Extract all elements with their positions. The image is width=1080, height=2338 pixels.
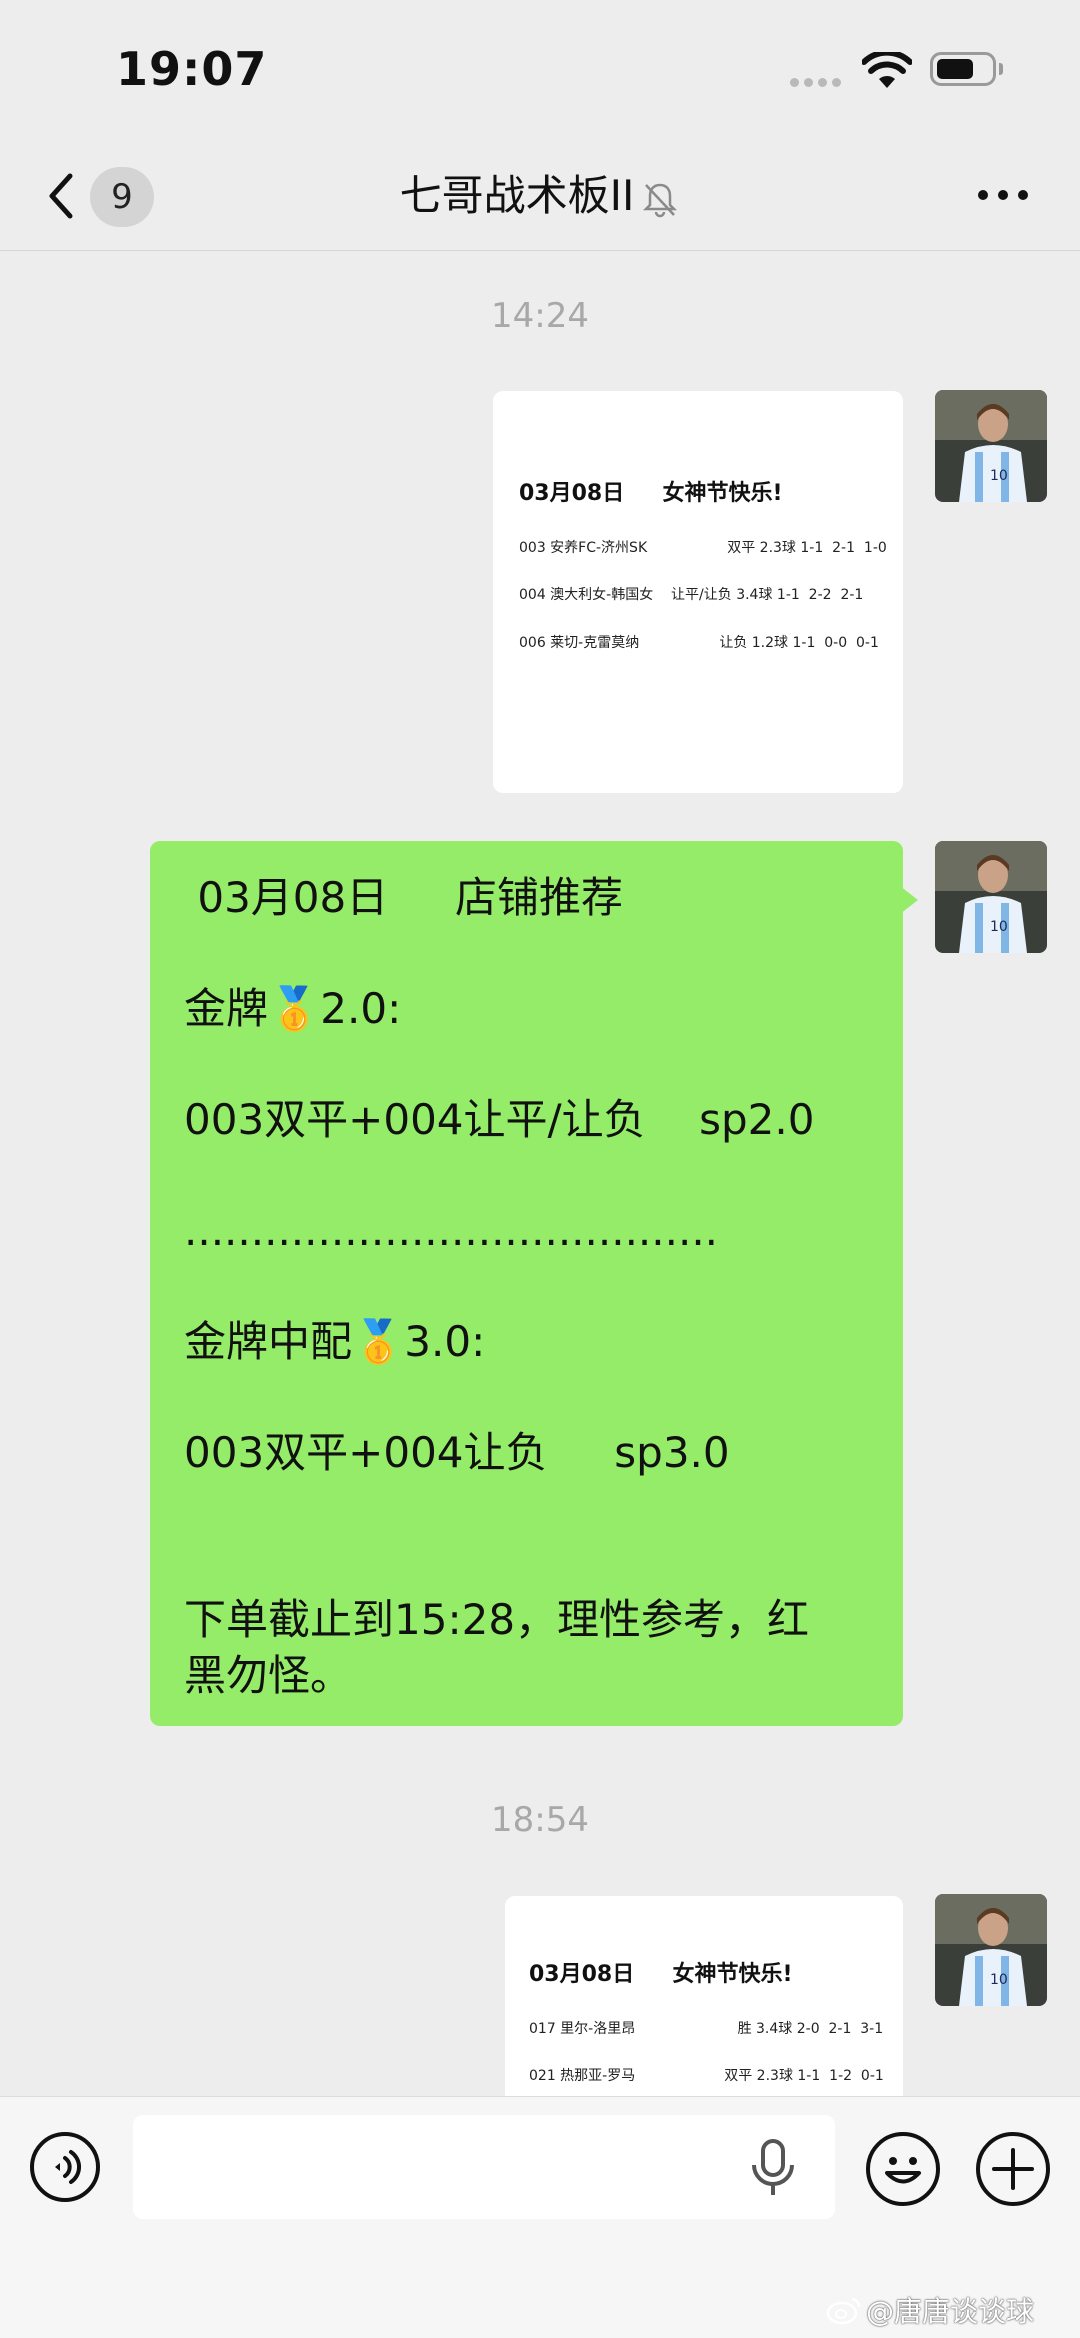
more-functions-button[interactable] — [976, 2132, 1050, 2206]
poster-title: 03月08日 女神节快乐! — [529, 1962, 793, 1987]
poster-row: 021 热那亚-罗马 双平 2.3球 1-1 1-2 0-1 — [529, 2068, 884, 2084]
message-line: 下单截止到15:28，理性参考，红 — [184, 1595, 810, 1644]
image-message[interactable]: 03月08日 女神节快乐! 003 安养FC-济州SK 双平 2.3球 1-1 … — [493, 391, 903, 793]
message-line: 金牌中配🥇3.0: — [184, 1317, 486, 1366]
message-line: 黑勿怪。 — [184, 1651, 353, 1700]
status-bar: 19:07 — [0, 0, 1080, 140]
weibo-icon — [826, 2297, 861, 2325]
bubble-tail — [900, 886, 918, 914]
avatar[interactable]: 10 — [935, 841, 1047, 953]
message-input[interactable] — [133, 2115, 835, 2219]
image-message[interactable]: 03月08日 女神节快乐! 017 里尔-洛里昂 胜 3.4球 2-0 2-1 … — [505, 1896, 903, 2096]
chat-header: 9 七哥战术板II — [0, 140, 1080, 251]
more-icon[interactable] — [978, 190, 1030, 202]
watermark-text: @唐唐谈谈球 — [866, 2295, 1035, 2328]
poster-row: 017 里尔-洛里昂 胜 3.4球 2-0 2-1 3-1 — [529, 2021, 884, 2037]
microphone-icon[interactable] — [748, 2137, 798, 2199]
wifi-icon — [862, 52, 912, 88]
emoji-icon — [885, 2157, 921, 2184]
svg-text:10: 10 — [990, 1972, 1008, 1988]
message-line: 003双平+004让负 sp3.0 — [184, 1428, 730, 1477]
message-line: 003双平+004让平/让负 sp2.0 — [184, 1095, 815, 1144]
message-timestamp: 18:54 — [491, 1800, 589, 1840]
cellular-signal-icon — [790, 78, 842, 88]
voice-icon — [55, 2150, 81, 2184]
message-line: 03月08日 店铺推荐 — [184, 873, 623, 922]
voice-mode-button[interactable] — [30, 2132, 100, 2202]
svg-text:10: 10 — [990, 468, 1008, 484]
emoji-button[interactable] — [866, 2132, 940, 2206]
message-timestamp: 14:24 — [491, 296, 589, 336]
poster-row: 006 莱切-克雷莫纳 让负 1.2球 1-1 0-0 0-1 — [519, 635, 879, 651]
plus-icon — [992, 2148, 1034, 2190]
mute-bell-icon — [643, 183, 678, 217]
message-line: ........................................ — [184, 1206, 719, 1255]
poster-row: 003 安养FC-济州SK 双平 2.3球 1-1 2-1 1-0 — [519, 540, 887, 556]
svg-text:10: 10 — [990, 919, 1008, 935]
message-line: 金牌🥇2.0: — [184, 984, 402, 1033]
battery-tip — [999, 63, 1003, 75]
battery-icon — [930, 52, 996, 86]
chat-title-text: 七哥战术板II — [399, 171, 635, 220]
status-time: 19:07 — [116, 42, 268, 96]
poster-title: 03月08日 女神节快乐! — [519, 481, 783, 506]
poster-row: 004 澳大利女-韩国女 让平/让负 3.4球 1-1 2-2 2-1 — [519, 587, 864, 603]
chat-title: 七哥战术板II — [0, 166, 1080, 226]
avatar[interactable]: 10 — [935, 390, 1047, 502]
avatar[interactable]: 10 — [935, 1894, 1047, 2006]
text-message-bubble[interactable]: 03月08日 店铺推荐 金牌🥇2.0: 003双平+004让平/让负 sp2.0… — [150, 841, 903, 1726]
